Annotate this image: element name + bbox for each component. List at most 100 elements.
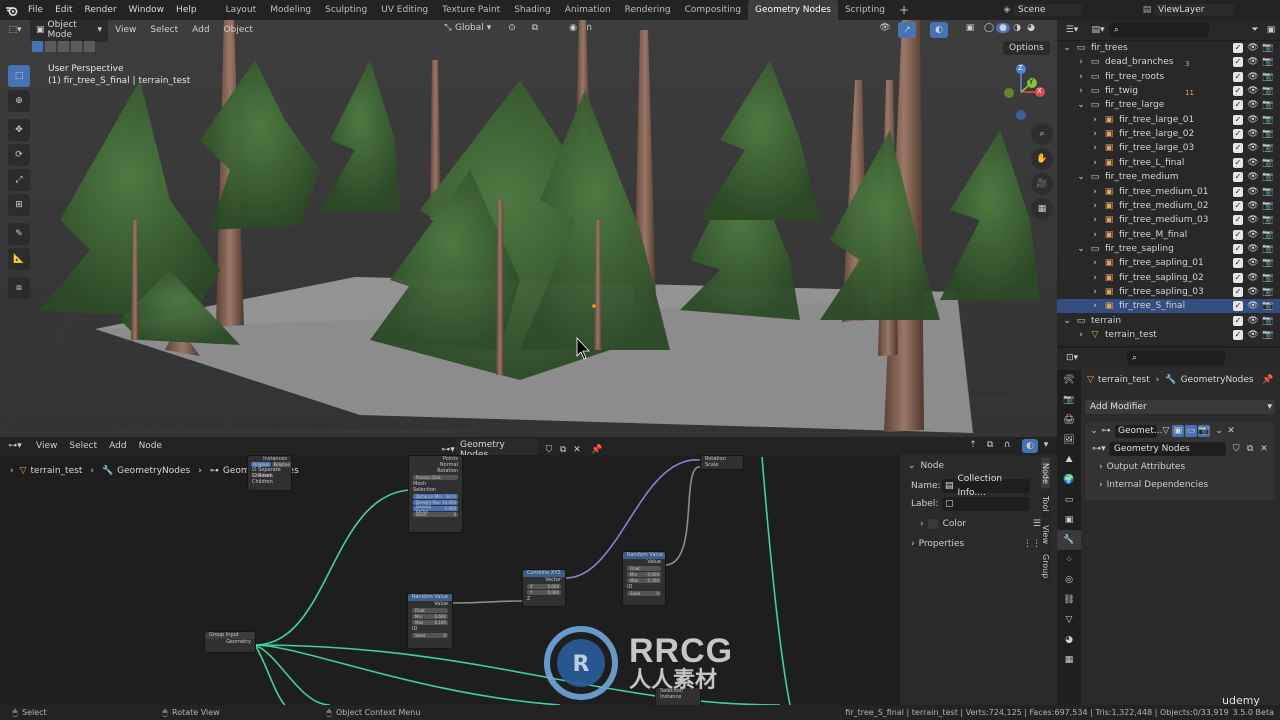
menu-help[interactable]: Help [170,5,203,15]
random-value-1-id[interactable]: ID [408,626,452,632]
outliner-row[interactable]: › ▣ fir_tree_M_final ✓ 👁 📷 [1057,228,1280,242]
chevron-right-icon[interactable]: › [1090,127,1100,141]
random-value-2-min[interactable]: Min 0.600 [627,572,661,577]
chevron-down-icon[interactable]: ⌄ [1062,41,1072,55]
outliner-row[interactable]: ⌄ ▭ fir_tree_medium ✓ 👁 📷 [1057,170,1280,184]
camera-icon[interactable]: 📷 [1262,141,1274,155]
add-cube-tool[interactable]: ⧈ [8,277,30,299]
outliner-row[interactable]: › ▣ fir_tree_medium_01 ✓ 👁 📷 [1057,185,1280,199]
exclude-checkbox[interactable]: ✓ [1233,157,1243,168]
pin-icon[interactable]: 📌 [1262,375,1273,385]
chevron-right-icon[interactable]: › [1076,55,1086,69]
rotation-output[interactable]: Rotation [409,468,462,474]
random-value-1-min[interactable]: Min 0.600 [412,614,448,619]
chevron-right-icon[interactable]: › [1090,256,1100,270]
color-checkbox[interactable] [927,519,938,529]
output-tab-icon[interactable]: 🖨 [1057,410,1081,430]
eye-icon[interactable]: 👁 [1247,213,1259,227]
exclude-checkbox[interactable]: ✓ [1233,43,1243,53]
menu-file[interactable]: File [22,5,49,15]
shading-modes[interactable]: ◯ ● ◑ ◕ [982,23,1038,33]
camera-icon[interactable]: 📷 [1262,256,1274,270]
eye-icon[interactable]: 👁 [1247,141,1259,155]
orientation-selector[interactable]: ⤡ Global ▾ [441,23,491,33]
outliner-row[interactable]: › ▣ fir_tree_large_01 ✓ 👁 📷 [1057,113,1280,127]
ortho-toggle-button[interactable]: ▦ [1031,198,1053,220]
vp-menu-select[interactable]: Select [143,25,185,35]
add-workspace-button[interactable]: + [892,0,916,20]
exclude-checkbox[interactable]: ✓ [1233,100,1243,111]
outliner-row[interactable]: › ▣ fir_tree_sapling_02 ✓ 👁 📷 [1057,271,1280,285]
distance-min-field[interactable]: Distance Min 28 m [413,494,458,499]
menu-edit[interactable]: Edit [49,5,78,15]
solid-shading-icon[interactable]: ● [996,23,1010,33]
random-value-2-type[interactable]: Float [627,566,661,571]
random-value-2-max[interactable]: Max 0.700 [627,578,661,583]
eye-icon[interactable]: 👁 [1247,98,1259,112]
viewlayer-field[interactable]: ViewLayer [1154,4,1234,16]
scale-tool[interactable]: ⤢ [8,169,30,191]
tab-geometry-nodes[interactable]: Geometry Nodes [748,0,838,20]
node-editor-type-icon[interactable]: ⊶▾ [0,441,30,451]
random-value-1-max[interactable]: Max 0.100 [412,620,448,625]
camera-icon[interactable]: 📷 [1262,228,1274,242]
internal-dependencies-row[interactable]: › Internal Dependencies [1085,476,1275,494]
chevron-down-icon[interactable]: ⌄ [1213,426,1225,436]
camera-icon[interactable]: 📷 [1262,328,1274,342]
eye-icon[interactable]: 👁 [1247,256,1259,270]
tab-texture-paint[interactable]: Texture Paint [435,0,507,20]
tab-rendering[interactable]: Rendering [618,0,678,20]
eye-icon[interactable]: 👁 [1247,271,1259,285]
editor-type-icon[interactable]: ⬚▾ [0,25,30,35]
random-value-2-id[interactable]: ID [623,584,665,590]
camera-icon[interactable]: 📷 [1262,285,1274,299]
chevron-right-icon[interactable]: › [1090,199,1100,213]
transform-tool[interactable]: ⊞ [8,194,30,216]
exclude-checkbox[interactable]: ✓ [1233,215,1243,226]
eye-icon[interactable]: 👁 [1247,41,1259,55]
chevron-down-icon[interactable]: ⌄ [1062,314,1072,328]
chevron-right-icon[interactable]: › [1076,328,1086,342]
ne-menu-select[interactable]: Select [63,441,103,451]
tool-settings-tab-icon[interactable]: 🛠 [1057,370,1081,390]
outliner-search-input[interactable]: ⌕ [1109,23,1209,37]
camera-icon[interactable]: 📷 [1262,98,1274,112]
eye-icon[interactable]: 👁 [1247,113,1259,127]
physics-tab-icon[interactable]: ◎ [1057,570,1081,590]
collection-tab-icon[interactable]: ▭ [1057,490,1081,510]
scene-selector[interactable]: ◈ Scene [1000,3,1082,17]
rendered-shading-icon[interactable]: ◕ [1024,23,1038,33]
outliner-row[interactable]: › ▣ fir_tree_S_final ✓ 👁 📷 [1057,299,1280,314]
ne-menu-node[interactable]: Node [133,441,169,451]
color-row[interactable]: › Color ☰ [900,513,1057,535]
add-modifier-button[interactable]: Add Modifier ▾ [1085,400,1275,414]
close-icon[interactable]: ✕ [1257,444,1271,454]
chevron-right-icon[interactable]: › [1090,141,1100,155]
label-field[interactable]: ▢ [942,497,1030,511]
chevron-down-icon[interactable]: ⌄ [1089,426,1099,436]
drag-handle-icon[interactable]: ⋮⋮ [1023,539,1041,549]
exclude-checkbox[interactable]: ✓ [1233,186,1243,197]
select-box-tool[interactable]: ⬚ [8,65,30,87]
select-new-icon[interactable] [32,41,43,52]
exclude-checkbox[interactable]: ✓ [1233,301,1243,312]
duplicate-icon[interactable]: ⧉ [1243,444,1257,454]
new-collection-icon[interactable]: ▣ [1262,25,1280,35]
zoom-button[interactable]: ⌕ [1031,123,1053,145]
outliner-row[interactable]: ⌄ ▭ fir_tree_large ✓ 👁 📷 [1057,98,1280,112]
render-tab-icon[interactable]: 📷 [1057,390,1081,410]
measure-tool[interactable]: 📐 [8,248,30,270]
eye-icon[interactable]: 👁 [1247,314,1259,328]
display-mode-icon[interactable]: ▤▾ [1087,25,1109,35]
navigation-gizmo[interactable]: Z Y X [994,63,1054,123]
texture-tab-icon[interactable]: ▦ [1057,650,1081,670]
z-input[interactable]: Z [523,596,565,602]
outliner-row[interactable]: › ▭ fir_tree_roots ✓ 👁 📷 [1057,70,1280,84]
outliner-row[interactable]: › ▣ fir_tree_large_03 ✓ 👁 📷 [1057,141,1280,155]
camera-icon[interactable]: 📷 [1262,84,1274,98]
select-extend-icon[interactable] [45,41,56,52]
node-snap-target-icon[interactable]: ∩ [1000,440,1014,450]
node-combine-xyz[interactable]: Combine XYZ Vector X 0.000 Y 0.000 Z [522,569,566,607]
eye-icon[interactable]: 👁 [1247,84,1259,98]
vp-menu-view[interactable]: View [108,25,143,35]
